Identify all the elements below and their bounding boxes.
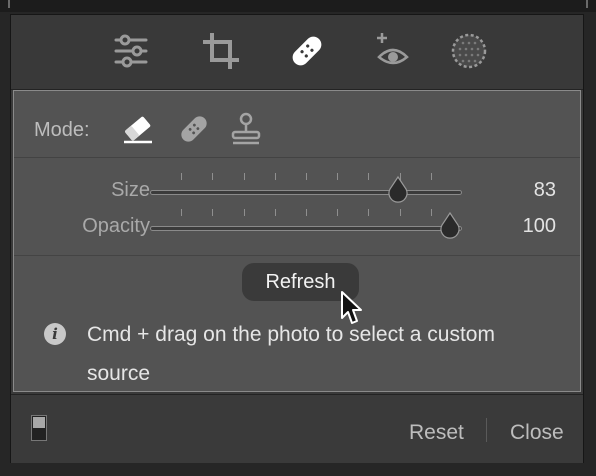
slider-tick [399, 209, 401, 216]
footer-separator [486, 418, 487, 442]
heal-icon [181, 116, 207, 142]
tools-bar [11, 15, 583, 90]
tool-red-eye[interactable] [373, 31, 413, 71]
size-slider-track[interactable] [150, 190, 462, 195]
slider-tick [212, 209, 214, 216]
top-tick-left [8, 0, 10, 8]
slider-thumb-icon [440, 211, 460, 239]
refresh-button[interactable]: Refresh [242, 263, 359, 301]
slider-tick [337, 173, 339, 180]
info-text: Cmd + drag on the photo to select a cust… [87, 323, 495, 385]
mode-clone-button[interactable] [228, 111, 264, 147]
size-slider-thumb[interactable] [386, 173, 410, 203]
sliders-icon [114, 34, 148, 68]
opacity-slider-track[interactable] [150, 226, 462, 231]
toggle-knob [33, 417, 45, 428]
slider-tick [243, 209, 245, 216]
spot-removal-panel: Mode: Size 83 Opacity 100 Refresh i Cmd … [10, 14, 584, 463]
tool-masking[interactable] [449, 31, 489, 71]
panel-toggle-switch[interactable] [31, 415, 47, 441]
panel-footer: Reset Close [11, 394, 583, 463]
slider-tick [337, 209, 339, 216]
mode-label: Mode: [34, 119, 90, 141]
opacity-slider-row: Opacity 100 [14, 209, 580, 245]
slider-tick [181, 209, 183, 216]
mode-row: Mode: [14, 91, 580, 158]
mask-icon [451, 33, 487, 69]
opacity-value[interactable]: 100 [523, 215, 556, 238]
slider-tick [274, 173, 276, 180]
info-icon: i [44, 323, 66, 345]
mode-heal-button[interactable] [176, 111, 212, 147]
opacity-label: Opacity [82, 215, 150, 237]
slider-tick [306, 173, 307, 180]
slider-tick [212, 173, 214, 180]
tool-edit-sliders[interactable] [111, 31, 151, 71]
opacity-slider-thumb[interactable] [438, 209, 462, 239]
slider-tick [368, 173, 370, 180]
close-button[interactable]: Close [510, 421, 564, 445]
spot-removal-options: Mode: Size 83 Opacity 100 Refresh i Cmd … [13, 90, 581, 392]
tool-crop[interactable] [201, 31, 241, 71]
slider-tick [430, 209, 432, 216]
red-eye-icon [377, 33, 409, 65]
slider-tick [306, 209, 307, 216]
size-label: Size [111, 179, 150, 201]
crop-icon [203, 33, 239, 69]
size-value[interactable]: 83 [534, 179, 556, 202]
tool-healing[interactable] [287, 31, 327, 71]
slider-tick [368, 209, 370, 216]
slider-tick [243, 173, 245, 180]
top-tick-right [586, 0, 588, 8]
slider-tick [430, 173, 432, 180]
slider-tick [181, 173, 183, 180]
eraser-icon [124, 116, 152, 144]
reset-button[interactable]: Reset [409, 421, 464, 445]
slider-thumb-icon [388, 175, 408, 203]
top-strip [0, 0, 596, 12]
divider [14, 255, 580, 256]
healing-bandage-icon [292, 36, 322, 66]
size-slider-row: Size 83 [14, 173, 580, 209]
slider-tick [274, 209, 276, 216]
clone-stamp-icon [231, 112, 261, 145]
mode-eraser-button[interactable] [120, 111, 156, 147]
